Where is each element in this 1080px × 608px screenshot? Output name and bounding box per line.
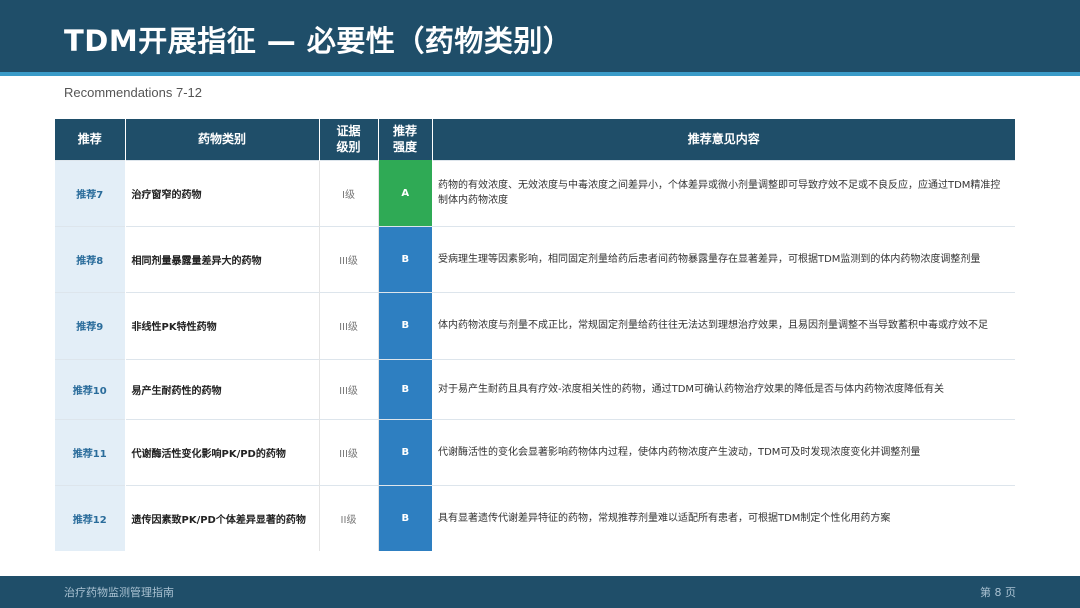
page-number: 第 8 页 bbox=[980, 586, 1016, 599]
evidence-level: II级 bbox=[319, 484, 379, 551]
rec-id: 推荐12 bbox=[55, 484, 126, 551]
evidence-level: III级 bbox=[319, 225, 379, 292]
rec-id: 推荐7 bbox=[55, 159, 126, 226]
rec-id: 推荐11 bbox=[55, 418, 126, 485]
table-row: 推荐10 易产生耐药性的药物 III级 B 对于易产生耐药且具有疗效-浓度相关性… bbox=[55, 358, 1015, 419]
header-level: 证据级别 bbox=[319, 119, 379, 160]
strength-badge: B bbox=[378, 358, 432, 419]
rec-id: 推荐9 bbox=[55, 291, 126, 359]
recommendation-text: 对于易产生耐药且具有疗效-浓度相关性的药物，通过TDM可确认药物治疗效果的降低是… bbox=[432, 358, 1015, 419]
evidence-level: I级 bbox=[319, 159, 379, 226]
strength-badge: A bbox=[378, 159, 432, 226]
table-row: 推荐9 非线性PK特性药物 III级 B 体内药物浓度与剂量不成正比，常规固定剂… bbox=[55, 291, 1015, 359]
title-underline bbox=[0, 72, 1080, 76]
header-content: 推荐意见内容 bbox=[432, 119, 1015, 160]
header-strength: 推荐强度 bbox=[378, 119, 433, 160]
table-header-row: 推荐 药物类别 证据级别 推荐强度 推荐意见内容 bbox=[55, 119, 1015, 160]
drug-category: 易产生耐药性的药物 bbox=[125, 358, 320, 419]
evidence-level: III级 bbox=[319, 418, 379, 485]
title-bar: TDM开展指征 — 必要性（药物类别） bbox=[0, 0, 1080, 72]
evidence-level: III级 bbox=[319, 291, 379, 359]
drug-category: 相同剂量暴露量差异大的药物 bbox=[125, 225, 320, 292]
drug-category: 遗传因素致PK/PD个体差异显著的药物 bbox=[125, 484, 320, 551]
footer-bar: 治疗药物监测管理指南 第 8 页 bbox=[0, 576, 1080, 608]
table-row: 推荐7 治疗窗窄的药物 I级 A 药物的有效浓度、无效浓度与中毒浓度之间差异小，… bbox=[55, 159, 1015, 226]
drug-category: 治疗窗窄的药物 bbox=[125, 159, 320, 226]
table-row: 推荐12 遗传因素致PK/PD个体差异显著的药物 II级 B 具有显著遗传代谢差… bbox=[55, 484, 1015, 551]
table-row: 推荐8 相同剂量暴露量差异大的药物 III级 B 受病理生理等因素影响，相同固定… bbox=[55, 225, 1015, 292]
rec-id: 推荐10 bbox=[55, 358, 126, 419]
recommendations-table: 推荐 药物类别 证据级别 推荐强度 推荐意见内容 推荐7 治疗窗窄的药物 I级 … bbox=[55, 119, 1015, 551]
page-title: TDM开展指征 — 必要性（药物类别） bbox=[64, 24, 573, 58]
drug-category: 非线性PK特性药物 bbox=[125, 291, 320, 359]
drug-category: 代谢酶活性变化影响PK/PD的药物 bbox=[125, 418, 320, 485]
rec-id: 推荐8 bbox=[55, 225, 126, 292]
recommendation-text: 体内药物浓度与剂量不成正比，常规固定剂量给药往往无法达到理想治疗效果，且易因剂量… bbox=[432, 291, 1015, 359]
recommendation-text: 受病理生理等因素影响，相同固定剂量给药后患者间药物暴露量存在显著差异，可根据TD… bbox=[432, 225, 1015, 292]
evidence-level: III级 bbox=[319, 358, 379, 419]
strength-badge: B bbox=[378, 225, 432, 292]
subtitle: Recommendations 7-12 bbox=[64, 85, 203, 100]
table-row: 推荐11 代谢酶活性变化影响PK/PD的药物 III级 B 代谢酶活性的变化会显… bbox=[55, 418, 1015, 485]
recommendation-text: 具有显著遗传代谢差异特征的药物，常规推荐剂量难以适配所有患者，可根据TDM制定个… bbox=[432, 484, 1015, 551]
strength-badge: B bbox=[378, 484, 432, 551]
header-rec: 推荐 bbox=[55, 119, 126, 160]
recommendation-text: 药物的有效浓度、无效浓度与中毒浓度之间差异小，个体差异或微小剂量调整即可导致疗效… bbox=[432, 159, 1015, 226]
recommendation-text: 代谢酶活性的变化会显著影响药物体内过程，使体内药物浓度产生波动，TDM可及时发现… bbox=[432, 418, 1015, 485]
footer-title: 治疗药物监测管理指南 bbox=[64, 586, 174, 599]
strength-badge: B bbox=[378, 291, 432, 359]
strength-badge: B bbox=[378, 418, 432, 485]
header-category: 药物类别 bbox=[125, 119, 320, 160]
